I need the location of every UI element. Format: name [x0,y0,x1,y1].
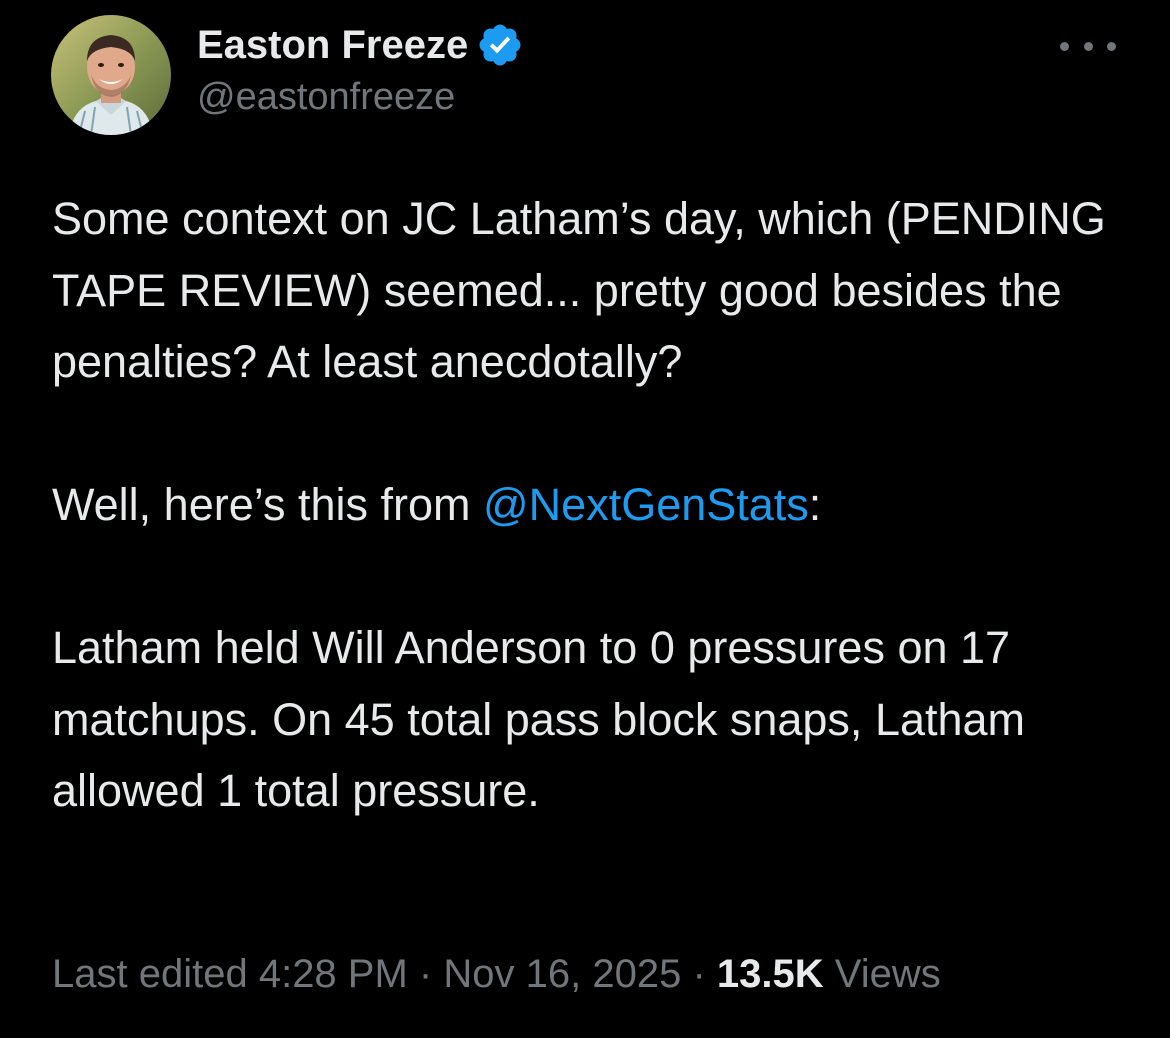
avatar[interactable] [51,15,171,135]
tweet-text: Some context on JC Latham’s day, which (… [52,183,1142,827]
views-label[interactable]: Views [835,952,941,996]
meta-separator: · [692,952,706,996]
verified-badge-icon[interactable] [476,21,524,69]
tweet-meta: Last edited 4:28 PM · Nov 16, 2025 · 13.… [52,942,941,1006]
meta-separator: · [418,952,433,996]
more-horizontal-icon-dot [1107,41,1116,51]
tweet-date[interactable]: Nov 16, 2025 [443,952,681,996]
more-horizontal-icon [1060,41,1069,51]
views-count[interactable]: 13.5K [717,952,824,996]
handle[interactable]: @eastonfreeze [197,76,524,119]
display-name[interactable]: Easton Freeze [197,23,468,68]
tweet: Easton Freeze @eastonfreeze Some context… [0,0,1170,1038]
author-info: Easton Freeze @eastonfreeze [197,18,524,119]
edited-label[interactable]: Last edited [52,952,248,996]
more-horizontal-icon-dot [1083,41,1093,51]
tweet-paragraph: Well, here’s this from @NextGenStats: [52,469,1142,541]
avatar-image [51,15,171,135]
tweet-text-span: : [808,479,822,530]
name-row: Easton Freeze [197,18,524,72]
tweet-text-span: Well, here’s this from [52,479,483,530]
mention-link[interactable]: @NextGenStats [483,479,809,530]
tweet-paragraph: Some context on JC Latham’s day, which (… [52,193,1106,387]
tweet-paragraph: Latham held Will Anderson to 0 pressures… [52,622,1026,816]
more-options-button[interactable] [1060,26,1116,66]
tweet-time[interactable]: 4:28 PM [259,952,408,996]
